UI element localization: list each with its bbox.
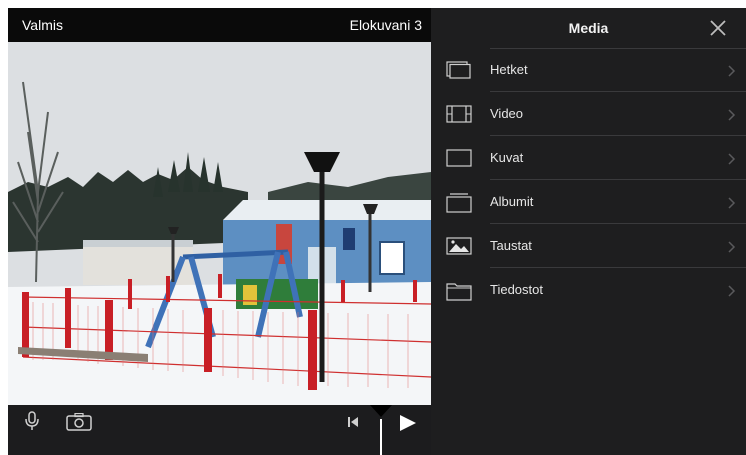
playhead-line[interactable] bbox=[380, 419, 382, 455]
play-icon[interactable] bbox=[398, 413, 418, 438]
folder-icon bbox=[446, 281, 472, 306]
microphone-icon[interactable] bbox=[24, 410, 40, 437]
media-panel: Media Hetket Video Kuvat Albumit Taustat… bbox=[431, 8, 746, 455]
video-editor: Valmis Elokuvani 3 bbox=[8, 8, 431, 455]
media-panel-header: Media bbox=[431, 8, 746, 48]
media-item-label: Video bbox=[490, 106, 524, 121]
camera-icon[interactable] bbox=[66, 412, 92, 436]
chevron-right-icon bbox=[728, 108, 736, 126]
media-item-video[interactable]: Video bbox=[431, 92, 746, 136]
editor-toolbar bbox=[8, 405, 431, 455]
media-list: Hetket Video Kuvat Albumit Taustat Tiedo… bbox=[431, 48, 746, 312]
moments-icon bbox=[446, 61, 472, 84]
media-item-label: Tiedostot bbox=[490, 282, 543, 297]
chevron-right-icon bbox=[728, 64, 736, 82]
top-bar: Valmis Elokuvani 3 bbox=[8, 8, 431, 42]
close-icon[interactable] bbox=[709, 19, 727, 42]
media-item-tiedostot[interactable]: Tiedostot bbox=[431, 268, 746, 312]
landscape-icon bbox=[446, 237, 472, 260]
albums-icon bbox=[446, 193, 472, 218]
media-item-label: Kuvat bbox=[490, 150, 524, 165]
done-button[interactable]: Valmis bbox=[22, 17, 63, 33]
video-preview[interactable] bbox=[8, 42, 431, 405]
chevron-right-icon bbox=[728, 284, 736, 302]
media-item-hetket[interactable]: Hetket bbox=[431, 48, 746, 92]
chevron-right-icon bbox=[728, 196, 736, 214]
media-item-albumit[interactable]: Albumit bbox=[431, 180, 746, 224]
media-item-taustat[interactable]: Taustat bbox=[431, 224, 746, 268]
media-panel-title: Media bbox=[568, 20, 609, 36]
media-item-label: Albumit bbox=[490, 194, 534, 209]
media-item-label: Hetket bbox=[490, 62, 528, 77]
project-title: Elokuvani 3 bbox=[349, 17, 422, 33]
skip-to-start-icon[interactable] bbox=[346, 415, 360, 434]
chevron-right-icon bbox=[728, 240, 736, 258]
chevron-right-icon bbox=[728, 152, 736, 170]
media-item-label: Taustat bbox=[490, 238, 532, 253]
media-item-kuvat[interactable]: Kuvat bbox=[431, 136, 746, 180]
playground-scene-image bbox=[8, 42, 431, 405]
photo-frame-icon bbox=[446, 149, 472, 172]
film-strip-icon bbox=[446, 105, 472, 128]
